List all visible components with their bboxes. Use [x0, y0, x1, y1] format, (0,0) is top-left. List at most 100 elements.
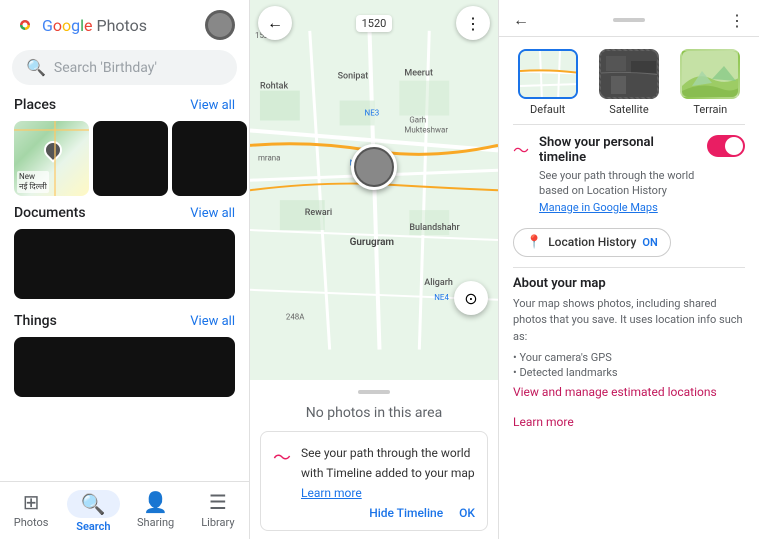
about-map-section: About your map Your map shows photos, in… — [499, 268, 759, 408]
nav-item-library[interactable]: ☰ Library — [187, 482, 249, 539]
library-icon: ☰ — [209, 490, 227, 514]
places-section-header: Places View all — [0, 93, 249, 117]
timeline-card-content: See your path through the world with Tim… — [301, 442, 475, 520]
bottom-nav: ⊞ Photos 🔍 Search 👤 Sharing ☰ Library — [0, 481, 249, 539]
map-panel: Rohtak Sonipat Meerut Garh Mukteshwar Re… — [250, 0, 499, 539]
app-title: Google Photos — [42, 16, 147, 35]
default-label: Default — [530, 103, 565, 116]
default-map-preview — [520, 51, 578, 99]
timeline-trend-icon: 〜 — [273, 444, 291, 470]
map-type-default[interactable]: Default — [518, 49, 578, 116]
about-map-title: About your map — [513, 276, 745, 291]
search-nav-icon: 🔍 — [81, 492, 106, 516]
location-history-label: Location History — [548, 235, 636, 249]
left-panel: Google Photos 🔍 Search 'Birthday' Places… — [0, 0, 250, 539]
back-arrow-icon: ← — [267, 13, 283, 33]
place-item-2[interactable] — [93, 121, 168, 196]
learn-more-link[interactable]: Learn more — [301, 486, 475, 500]
right-drag-handle — [613, 18, 645, 22]
documents-title: Documents — [14, 205, 86, 221]
search-bar[interactable]: 🔍 Search 'Birthday' — [12, 50, 237, 85]
satellite-map-preview — [601, 51, 659, 99]
timeline-info: Show your personal timeline See your pat… — [539, 135, 697, 214]
svg-text:Bulandshahr: Bulandshahr — [409, 223, 460, 233]
app-logo: Google Photos — [14, 14, 147, 36]
about-map-desc: Your map shows photos, including shared … — [513, 296, 745, 346]
search-input[interactable]: Search 'Birthday' — [54, 60, 157, 76]
about-learn-more-link[interactable]: Learn more — [513, 415, 745, 429]
svg-text:mrana: mrana — [258, 153, 281, 162]
google-photos-icon — [14, 14, 36, 36]
places-view-all[interactable]: View all — [190, 98, 235, 113]
things-section-header: Things View all — [0, 309, 249, 333]
timeline-row: 〜 Show your personal timeline See your p… — [513, 135, 745, 214]
avatar[interactable] — [205, 10, 235, 40]
map-label: 1520 — [356, 15, 393, 32]
location-icon: ⊙ — [464, 289, 477, 308]
timeline-title: See your path through the world with Tim… — [301, 446, 475, 480]
nav-item-photos[interactable]: ⊞ Photos — [0, 482, 62, 539]
toggle-knob — [725, 137, 743, 155]
right-panel-header: ← ⋮ — [499, 0, 759, 37]
pin-photo — [351, 144, 397, 190]
about-item-gps: Your camera's GPS — [513, 351, 745, 364]
satellite-label: Satellite — [609, 103, 648, 116]
svg-text:Sonipat: Sonipat — [338, 72, 369, 82]
svg-text:Garh: Garh — [409, 115, 426, 124]
manage-google-maps-link[interactable]: Manage in Google Maps — [539, 201, 697, 214]
map-type-selector: Default Satellite — [499, 37, 759, 124]
search-active-bg: 🔍 — [67, 490, 120, 518]
place-item-delhi[interactable]: Newनई दिल्ली — [14, 121, 89, 196]
map-pin — [40, 137, 65, 162]
nav-item-sharing[interactable]: 👤 Sharing — [125, 482, 187, 539]
things-section: Things View all — [0, 309, 249, 405]
nav-label-sharing: Sharing — [137, 516, 174, 529]
things-title: Things — [14, 313, 57, 329]
documents-thumb[interactable] — [14, 229, 235, 299]
view-manage-locations-link[interactable]: View and manage estimated locations — [513, 385, 745, 399]
right-back-button[interactable]: ← — [513, 10, 529, 30]
location-pin-icon: 📍 — [526, 235, 542, 250]
timeline-card: 〜 See your path through the world with T… — [260, 431, 488, 531]
things-thumb[interactable] — [14, 337, 235, 397]
svg-text:Gurugram: Gurugram — [350, 237, 395, 248]
no-photos-text: No photos in this area — [306, 405, 442, 421]
svg-text:Meerut: Meerut — [404, 69, 433, 79]
right-panel: ← ⋮ Default — [499, 0, 759, 539]
app-header: Google Photos — [0, 0, 249, 46]
svg-text:NE3: NE3 — [365, 109, 380, 118]
documents-section: Documents View all — [0, 201, 249, 307]
location-history-status: ON — [642, 236, 657, 249]
map-background[interactable]: Rohtak Sonipat Meerut Garh Mukteshwar Re… — [250, 0, 498, 380]
nav-label-search: Search — [76, 520, 110, 533]
search-icon: 🔍 — [26, 58, 46, 77]
location-history-button[interactable]: 📍 Location History ON — [513, 228, 671, 257]
hide-timeline-button[interactable]: Hide Timeline — [369, 506, 443, 520]
no-photos-section: No photos in this area — [250, 380, 498, 431]
timeline-chart-icon: 〜 — [513, 137, 529, 161]
terrain-map-thumb — [680, 49, 740, 99]
timeline-toggle[interactable] — [707, 135, 745, 157]
things-view-all[interactable]: View all — [190, 314, 235, 329]
map-header: ← 1520 ⋮ — [258, 6, 490, 40]
map-kebab-icon: ⋮ — [465, 14, 481, 33]
nav-label-photos: Photos — [14, 516, 49, 529]
map-back-button[interactable]: ← — [258, 6, 292, 40]
personal-timeline-section: 〜 Show your personal timeline See your p… — [499, 125, 759, 222]
right-menu-button[interactable]: ⋮ — [729, 11, 745, 30]
map-type-satellite[interactable]: Satellite — [599, 49, 659, 116]
svg-text:248A: 248A — [286, 313, 305, 322]
avatar-image — [208, 13, 232, 37]
svg-text:Rohtak: Rohtak — [260, 82, 288, 92]
svg-text:Rewari: Rewari — [305, 208, 332, 218]
documents-section-header: Documents View all — [0, 201, 249, 225]
map-type-terrain[interactable]: Terrain — [680, 49, 740, 116]
terrain-label: Terrain — [693, 103, 727, 116]
nav-item-search[interactable]: 🔍 Search — [62, 482, 124, 539]
ok-button[interactable]: OK — [459, 506, 475, 520]
map-menu-button[interactable]: ⋮ — [456, 6, 490, 40]
svg-text:NE4: NE4 — [434, 293, 449, 302]
place-item-3[interactable] — [172, 121, 247, 196]
photos-icon: ⊞ — [23, 490, 40, 514]
documents-view-all[interactable]: View all — [190, 206, 235, 221]
